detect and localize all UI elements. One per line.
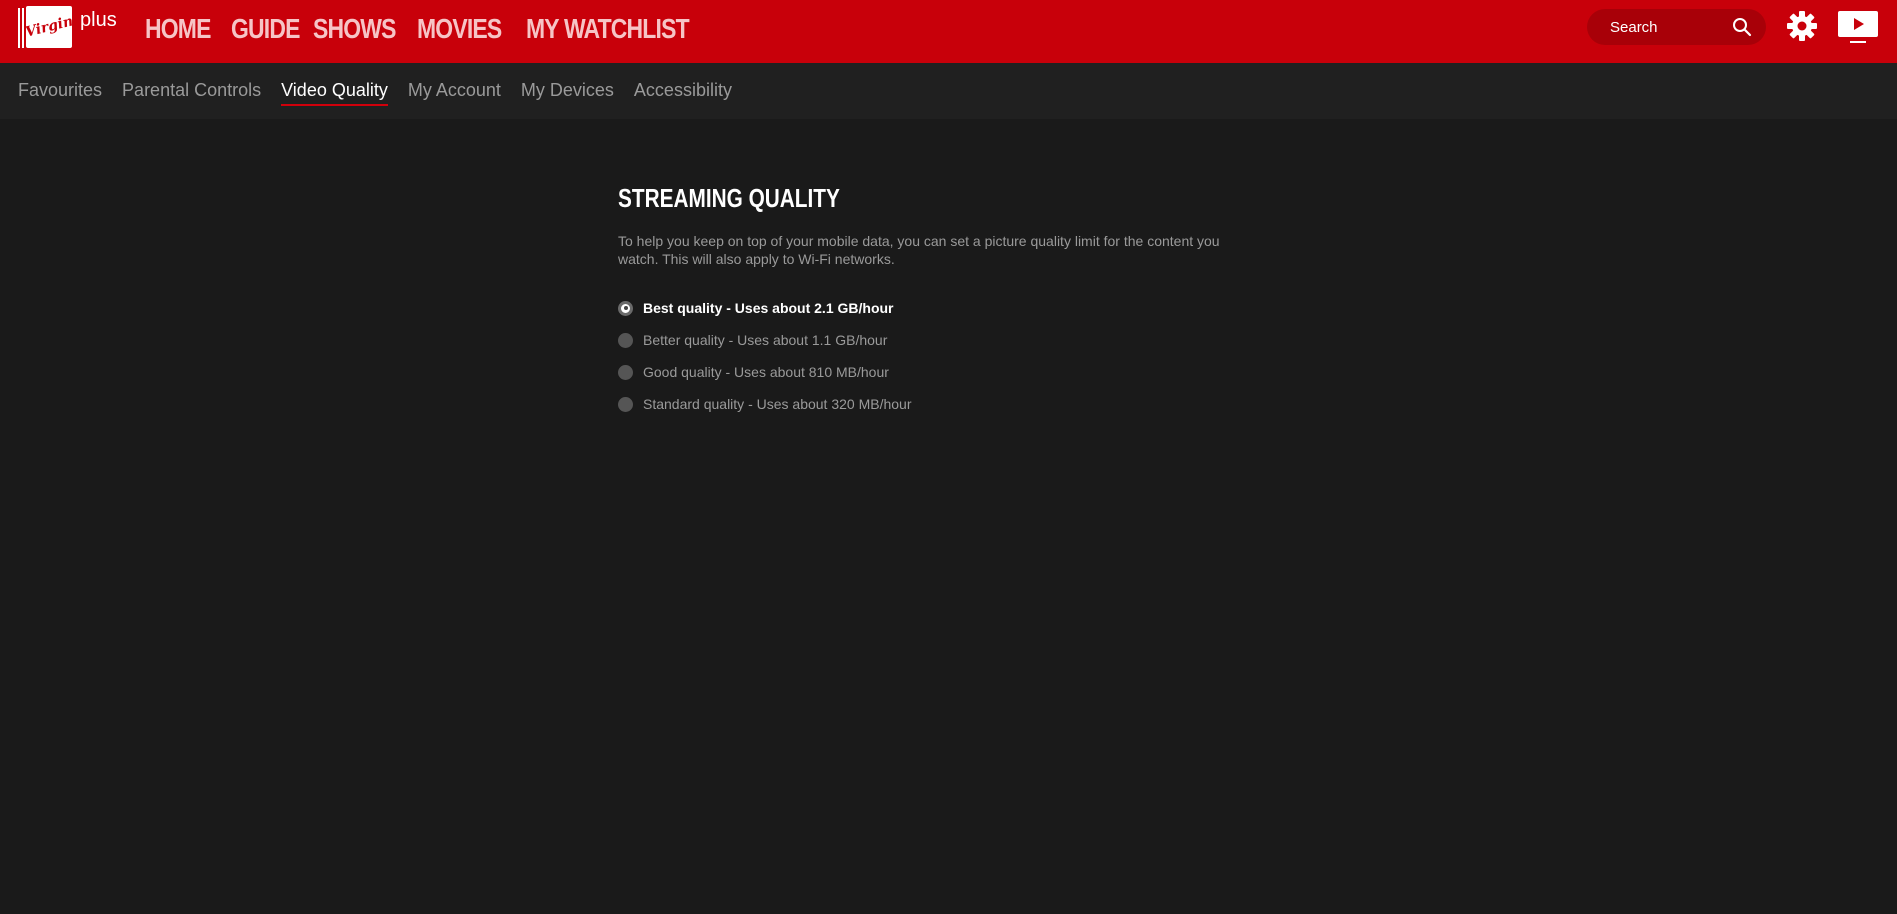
- option-label: Good quality - Uses about 810 MB/hour: [643, 364, 889, 380]
- nav-my-watchlist[interactable]: MY WATCHLIST: [526, 13, 690, 45]
- nav-movies[interactable]: MOVIES: [417, 13, 502, 45]
- gear-icon[interactable]: [1786, 10, 1818, 42]
- logo-suffix: plus: [80, 8, 117, 31]
- search-input[interactable]: [1608, 17, 1732, 37]
- nav-home[interactable]: HOME: [145, 13, 211, 45]
- radio-button-selected[interactable]: [618, 300, 633, 316]
- quality-option-best[interactable]: Best quality - Uses about 2.1 GB/hour: [618, 292, 1238, 324]
- quality-options: Best quality - Uses about 2.1 GB/hour Be…: [618, 292, 1238, 420]
- tab-my-account[interactable]: My Account: [408, 80, 501, 106]
- option-label: Better quality - Uses about 1.1 GB/hour: [643, 332, 888, 348]
- nav-shows[interactable]: SHOWS: [313, 13, 396, 45]
- top-bar: Virgin plus HOME GUIDE SHOWS MOVIES MY W…: [0, 0, 1897, 63]
- logo-stripe: [18, 8, 20, 48]
- tab-video-quality[interactable]: Video Quality: [281, 80, 388, 106]
- tab-favourites[interactable]: Favourites: [18, 80, 102, 106]
- quality-option-good[interactable]: Good quality - Uses about 810 MB/hour: [618, 356, 1238, 388]
- section-description: To help you keep on top of your mobile d…: [618, 233, 1220, 267]
- logo-badge: Virgin: [23, 6, 75, 48]
- tab-parental-controls[interactable]: Parental Controls: [122, 80, 261, 106]
- search-box: [1587, 9, 1766, 45]
- tab-my-devices[interactable]: My Devices: [521, 80, 614, 106]
- radio-button[interactable]: [618, 364, 633, 380]
- option-label: Standard quality - Uses about 320 MB/hou…: [643, 396, 912, 412]
- main-nav: HOME GUIDE SHOWS MOVIES MY WATCHLIST: [145, 0, 721, 58]
- radio-button[interactable]: [618, 332, 633, 348]
- search-icon[interactable]: [1732, 17, 1752, 37]
- settings-sub-nav: Favourites Parental Controls Video Quali…: [0, 63, 1897, 119]
- quality-option-standard[interactable]: Standard quality - Uses about 320 MB/hou…: [618, 388, 1238, 420]
- tab-accessibility[interactable]: Accessibility: [634, 80, 732, 106]
- option-label: Best quality - Uses about 2.1 GB/hour: [643, 300, 894, 316]
- streaming-quality-section: STREAMING QUALITY To help you keep on to…: [618, 183, 1238, 420]
- radio-button[interactable]: [618, 396, 633, 412]
- nav-guide[interactable]: GUIDE: [231, 13, 300, 45]
- tv-play-icon[interactable]: [1837, 10, 1879, 44]
- quality-option-better[interactable]: Better quality - Uses about 1.1 GB/hour: [618, 324, 1238, 356]
- section-title: STREAMING QUALITY: [618, 183, 840, 213]
- logo-mark: Virgin: [18, 6, 75, 48]
- virgin-plus-logo[interactable]: Virgin plus: [18, 6, 117, 48]
- logo-script: Virgin: [23, 13, 75, 41]
